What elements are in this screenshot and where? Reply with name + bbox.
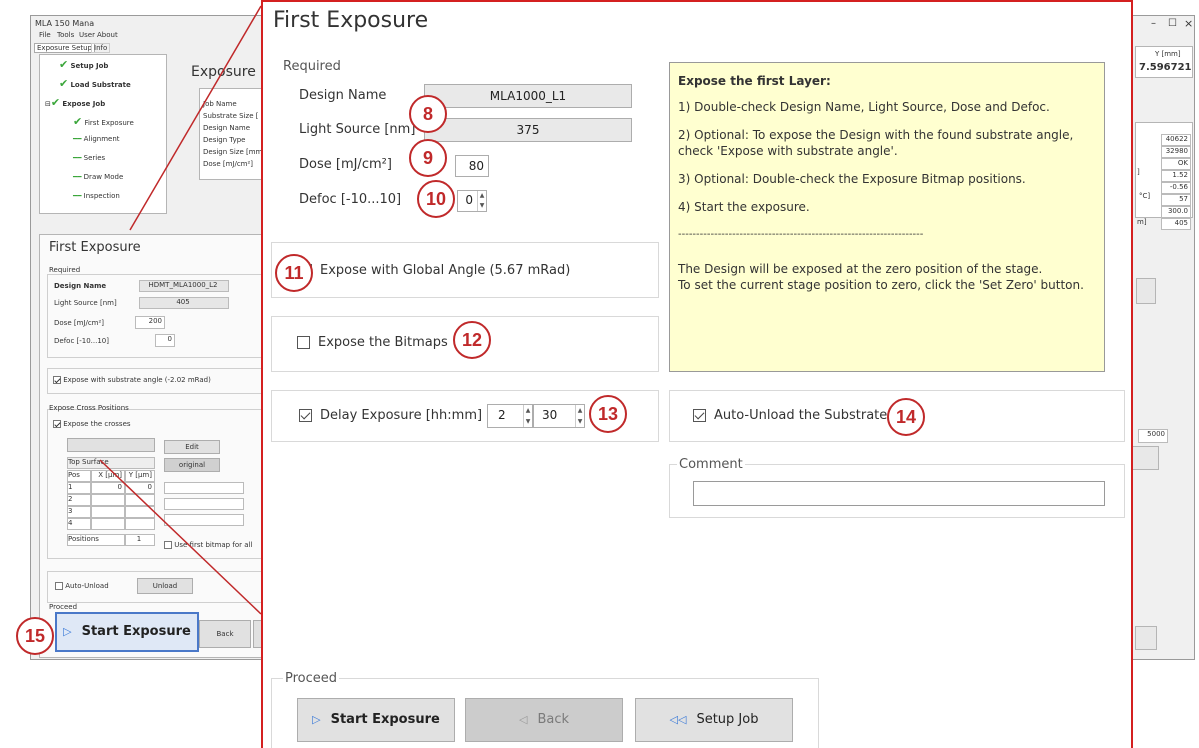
- required-legend: Required: [283, 59, 341, 74]
- spin-arrows-icon[interactable]: ▲ ▼: [523, 405, 532, 427]
- back-button[interactable]: ◁ Back: [465, 698, 623, 742]
- delay-minutes-value: 30: [542, 408, 558, 422]
- delay-minutes-stepper[interactable]: 30 ▲ ▼: [533, 404, 585, 428]
- instruction-step-1: 1) Double-check Design Name, Light Sourc…: [678, 100, 1050, 114]
- delay-hours-stepper[interactable]: 2 ▲ ▼: [487, 404, 533, 428]
- expose-bitmaps-label: Expose the Bitmaps: [318, 335, 448, 350]
- auto-unload-checkbox[interactable]: [693, 409, 706, 422]
- instruction-note-2: To set the current stage position to zer…: [678, 278, 1084, 292]
- comment-label: Comment: [677, 457, 745, 472]
- instruction-step-3: 3) Optional: Double-check the Exposure B…: [678, 172, 1026, 186]
- callout-8: 8: [409, 95, 447, 133]
- callout-13: 13: [589, 395, 627, 433]
- delay-exposure-label: Delay Exposure [hh:mm]: [320, 408, 483, 423]
- global-angle-option[interactable]: Expose with Global Angle (5.67 mRad): [299, 263, 570, 278]
- callout-9: 9: [409, 139, 447, 177]
- design-name-label: Design Name: [299, 88, 387, 103]
- dialog-title: First Exposure: [273, 8, 429, 33]
- dose-label: Dose [mJ/cm²]: [299, 157, 392, 172]
- proceed-legend: Proceed: [283, 671, 340, 686]
- callout-14: 14: [887, 398, 925, 436]
- start-exposure-button[interactable]: ▷ Start Exposure: [297, 698, 455, 742]
- light-source-label: Light Source [nm]: [299, 122, 416, 137]
- expose-bitmaps-checkbox[interactable]: [297, 336, 310, 349]
- back-arrow-icon: ◁: [518, 713, 528, 726]
- delay-hours-value: 2: [498, 408, 506, 422]
- comment-input[interactable]: [693, 481, 1105, 506]
- callout-10: 10: [417, 180, 455, 218]
- spin-arrows-icon[interactable]: ▲ ▼: [477, 191, 486, 211]
- expose-bitmaps-option[interactable]: Expose the Bitmaps: [297, 335, 448, 350]
- global-angle-label: Expose with Global Angle (5.67 mRad): [320, 263, 571, 278]
- instructions-panel: Expose the first Layer: 1) Double-check …: [669, 62, 1105, 372]
- instruction-note-1: The Design will be exposed at the zero p…: [678, 262, 1043, 276]
- callout-12: 12: [453, 321, 491, 359]
- play-icon: ▷: [312, 713, 321, 726]
- defoc-label: Defoc [-10...10]: [299, 192, 402, 207]
- auto-unload-label: Auto-Unload the Substrate: [714, 408, 888, 423]
- light-source-field: 375: [424, 118, 632, 142]
- rewind-icon: ◁◁: [669, 713, 687, 726]
- auto-unload-option[interactable]: Auto-Unload the Substrate: [693, 408, 887, 423]
- design-name-field: MLA1000_L1: [424, 84, 632, 108]
- defoc-value: 0: [465, 193, 473, 207]
- instruction-separator: ----------------------------------------…: [678, 229, 924, 240]
- setup-job-button[interactable]: ◁◁ Setup Job: [635, 698, 793, 742]
- instruction-step-4: 4) Start the exposure.: [678, 200, 810, 214]
- instruction-step-2: 2) Optional: To expose the Design with t…: [678, 128, 1074, 158]
- delay-exposure-checkbox[interactable]: [299, 409, 312, 422]
- dose-input[interactable]: 80: [455, 155, 489, 177]
- setup-job-label: Setup Job: [696, 712, 759, 727]
- spin-arrows-icon[interactable]: ▲ ▼: [575, 405, 584, 427]
- instructions-title: Expose the first Layer:: [678, 74, 831, 88]
- defoc-stepper[interactable]: 0 ▲ ▼: [457, 190, 487, 212]
- callout-15: 15: [16, 617, 54, 655]
- delay-exposure-option[interactable]: Delay Exposure [hh:mm]: [299, 408, 482, 423]
- callout-11: 11: [275, 254, 313, 292]
- start-exposure-label: Start Exposure: [330, 712, 440, 727]
- first-exposure-dialog: First Exposure Required Design Name MLA1…: [261, 0, 1133, 748]
- back-label: Back: [537, 712, 570, 727]
